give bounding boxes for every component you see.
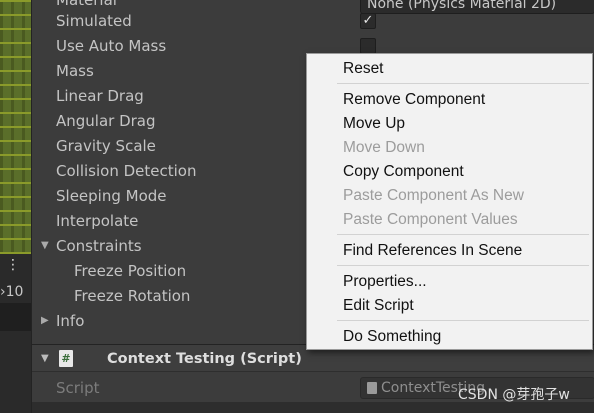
property-sleeping-mode: Sleeping Mode xyxy=(56,184,167,209)
csharp-script-icon: # xyxy=(59,350,73,367)
menu-item-remove-component[interactable]: Remove Component xyxy=(343,88,485,112)
property-label-use-auto-mass: Use Auto Mass xyxy=(56,37,167,55)
menu-separator xyxy=(337,83,589,84)
property-label-gravity-scale: Gravity Scale xyxy=(56,137,156,155)
menu-item-do-something[interactable]: Do Something xyxy=(343,325,441,349)
script-label: Script xyxy=(56,379,100,397)
component-context-menu: Reset Remove Component Move Up Move Down… xyxy=(306,53,593,350)
strip-toolbar xyxy=(0,303,31,331)
component-title: Context Testing (Script) xyxy=(107,351,302,367)
property-label-mass: Mass xyxy=(56,62,94,80)
property-label-interpolate: Interpolate xyxy=(56,212,139,230)
property-label-material: Material xyxy=(56,0,117,9)
menu-item-paste-component-values: Paste Component Values xyxy=(343,211,518,228)
property-label-angular-drag: Angular Drag xyxy=(56,112,156,130)
scene-counter: ›10 xyxy=(0,284,24,300)
menu-separator xyxy=(337,265,589,266)
property-label-linear-drag: Linear Drag xyxy=(56,87,144,105)
menu-item-paste-component-as-new: Paste Component As New xyxy=(343,187,524,204)
scene-tilemap-preview xyxy=(0,0,31,254)
property-freeze-rotation: Freeze Rotation xyxy=(74,284,190,309)
menu-item-find-references-in-scene[interactable]: Find References In Scene xyxy=(343,239,522,263)
component-foldout-expanded-icon[interactable]: ▼ xyxy=(41,353,49,364)
property-use-auto-mass: Use Auto Mass xyxy=(56,34,166,59)
menu-item-edit-script[interactable]: Edit Script xyxy=(343,294,414,318)
foldout-info[interactable]: Info xyxy=(56,309,84,334)
property-simulated: Simulated xyxy=(56,9,132,34)
property-label-freeze-position: Freeze Position xyxy=(74,262,187,280)
menu-separator xyxy=(337,320,589,321)
property-mass: Mass xyxy=(56,59,94,84)
menu-item-move-down: Move Down xyxy=(343,139,425,156)
property-label-sleeping-mode: Sleeping Mode xyxy=(56,187,167,205)
menu-item-properties[interactable]: Properties... xyxy=(343,270,427,294)
more-options-icon[interactable]: ⋮ xyxy=(6,256,20,274)
property-gravity-scale: Gravity Scale xyxy=(56,134,156,159)
info-foldout-collapsed-icon[interactable]: ▶ xyxy=(41,315,49,326)
scene-view-strip: ⋮ ›10 xyxy=(0,0,31,413)
foldout-label-constraints: Constraints xyxy=(56,237,142,255)
property-collision-detection: Collision Detection xyxy=(56,159,196,184)
property-interpolate: Interpolate xyxy=(56,209,138,234)
menu-item-reset[interactable]: Reset xyxy=(343,57,384,81)
use-auto-mass-checkbox[interactable] xyxy=(360,38,376,54)
property-label-simulated: Simulated xyxy=(56,12,132,30)
constraints-foldout-expanded-icon[interactable]: ▼ xyxy=(41,240,49,251)
checkmark-icon: ✓ xyxy=(362,13,374,28)
property-label-freeze-rotation: Freeze Rotation xyxy=(74,287,191,305)
script-file-icon xyxy=(367,382,377,394)
simulated-checkbox[interactable]: ✓ xyxy=(360,13,376,29)
property-linear-drag: Linear Drag xyxy=(56,84,144,109)
menu-item-copy-component[interactable]: Copy Component xyxy=(343,160,464,184)
property-label-collision-detection: Collision Detection xyxy=(56,162,197,180)
property-freeze-position: Freeze Position xyxy=(74,259,186,284)
menu-item-move-up[interactable]: Move Up xyxy=(343,112,405,136)
foldout-constraints[interactable]: Constraints xyxy=(56,234,142,259)
watermark-text: CSDN @芽孢子w xyxy=(458,387,570,403)
foldout-label-info: Info xyxy=(56,312,85,330)
menu-separator xyxy=(337,234,589,235)
property-angular-drag: Angular Drag xyxy=(56,109,156,134)
material-object-field[interactable]: None (Physics Material 2D) xyxy=(360,0,594,14)
